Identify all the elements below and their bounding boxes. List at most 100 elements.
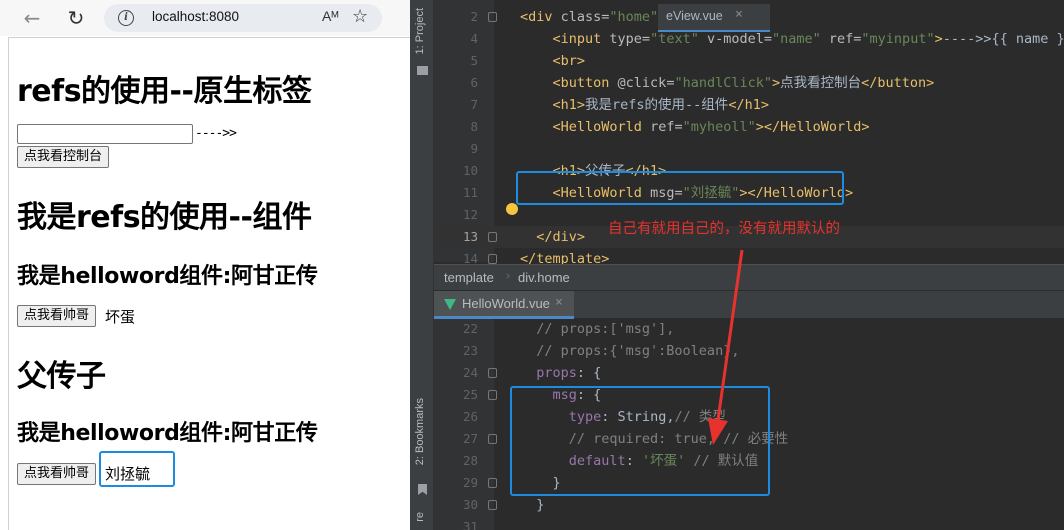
annotation-text: 自己有就用自己的，没有就用默认的 [608,221,840,237]
code-token: // props:{'msg':Boolean}, [520,343,740,359]
breadcrumb-div-home[interactable]: div.home [518,270,570,285]
code-line[interactable]: 23 // props:{'msg':Boolean}, [434,340,1064,362]
code-token: 点我看控制台 [780,75,862,91]
structure-tool-tab[interactable]: re [414,512,426,522]
page-content: refs的使用--原生标签 ---->> 点我看控制台 我是refs的使用--组… [8,37,410,530]
code-text: <div class="home"> [520,6,666,28]
code-token: <h1> [552,97,586,113]
breadcrumb: template › div.home [434,264,1064,290]
code-token: ref= [828,31,862,47]
code-token: > [934,31,943,47]
chevron-right-icon: › [504,269,512,284]
code-text: <button @click="handlClick">点我看控制台</butt… [520,72,935,94]
fold-icon[interactable] [488,232,497,242]
ide-window: 1: Project 2: Bookmarks re 2 <div class="… [410,0,1064,530]
info-icon[interactable]: i [118,10,134,26]
code-token: ref= [650,119,683,135]
close-icon[interactable]: × [555,295,563,310]
code-token: // props:['msg'], [520,321,675,337]
console-button[interactable]: 点我看控制台 [17,146,110,168]
code-text: </div> [520,226,585,248]
fold-icon[interactable] [488,390,497,400]
code-token: <button [552,75,618,91]
code-token: "myheoll" [682,119,756,135]
code-token: 我是refs的使用--组件 [585,97,729,113]
helloworld-heading-2: 我是helloword组件:阿甘正传 [17,421,318,446]
folder-icon [417,66,428,75]
editor-tabbar-bottom: HelloWorld.vue × [434,290,1064,319]
fold-icon[interactable] [488,254,497,264]
line-number: 7 [470,97,478,112]
lightbulb-icon[interactable] [506,203,518,215]
heading-refs-component: 我是refs的使用--组件 [17,200,312,235]
code-token: type= [609,31,651,47]
code-token: "myinput" [861,31,935,47]
url-text[interactable]: localhost:8080 [152,9,239,24]
line-number: 10 [462,163,478,178]
line-number: 6 [470,75,478,90]
browser-toolbar: ← ↻ i localhost:8080 Aᴹ ☆ [0,0,410,36]
read-aloud-icon[interactable]: Aᴹ [322,8,338,24]
bookmark-icon [418,484,427,495]
highlight-box-helloworld-msg [516,171,844,205]
helloworld-heading-1: 我是helloword组件:阿甘正传 [17,264,318,289]
editor-tab-helloworld[interactable]: HelloWorld.vue × [434,291,574,319]
close-icon[interactable]: × [735,7,743,22]
fold-icon[interactable] [488,434,497,444]
code-line[interactable]: 31 [434,516,1064,530]
code-line[interactable]: 22 // props:['msg'], [434,318,1064,340]
code-token: ></HelloWorld> [755,119,870,135]
code-token: v-model= [706,31,772,47]
code-line[interactable]: 9 [434,138,1064,160]
line-number: 30 [462,497,478,512]
heading-father-to-child: 父传子 [17,359,106,394]
show-handsome-button-1[interactable]: 点我看帅哥 [17,305,97,327]
bookmarks-tool-tab[interactable]: 2: Bookmarks [414,398,426,465]
fold-icon[interactable] [488,500,497,510]
name-input[interactable] [17,124,193,144]
editor-tab-helloworld-label[interactable]: HelloWorld.vue [462,296,550,311]
line-number: 12 [462,207,478,222]
code-text: <h1>我是refs的使用--组件</h1> [520,94,769,116]
code-token: "home" [609,9,659,25]
fold-icon[interactable] [488,12,497,22]
line-number: 8 [470,119,478,134]
fold-icon[interactable] [488,478,497,488]
code-line[interactable]: 24 props: { [434,362,1064,384]
code-token: > [772,75,781,91]
line-number: 22 [462,321,478,336]
vue-file-icon [444,299,456,310]
back-arrow-icon[interactable]: ← [20,6,44,30]
show-handsome-button-2[interactable]: 点我看帅哥 [17,463,97,485]
address-bar[interactable]: i localhost:8080 Aᴹ ☆ [104,4,382,32]
code-text: props: { [520,362,601,384]
code-text: <HelloWorld ref="myheoll"></HelloWorld> [520,116,870,138]
code-line[interactable]: 6 <button @click="handlClick">点我看控制台</bu… [434,72,1064,94]
code-line[interactable]: 30 } [434,494,1064,516]
line-number: 25 [462,387,478,402]
line-number: 2 [470,9,478,24]
highlight-box-props [510,386,770,496]
code-token: } [520,497,545,513]
heading-refs-native: refs的使用--原生标签 [17,74,312,109]
line-number: 31 [462,519,478,530]
star-icon[interactable]: ☆ [352,6,368,27]
code-token: class= [560,9,610,25]
code-token: : { [576,365,602,381]
fold-icon[interactable] [488,368,497,378]
project-tool-tab[interactable]: 1: Project [414,8,426,54]
line-number: 23 [462,343,478,358]
line-number: 5 [470,53,478,68]
code-line[interactable]: 7 <h1>我是refs的使用--组件</h1> [434,94,1064,116]
code-token: props [536,365,577,381]
breadcrumb-template[interactable]: template [444,270,494,285]
code-line[interactable]: 8 <HelloWorld ref="myheoll"></HelloWorld… [434,116,1064,138]
code-line[interactable]: 5 <br> [434,50,1064,72]
code-token: </h1> [728,97,769,113]
editor-tab-homeview-label[interactable]: eView.vue [666,9,723,23]
reload-icon[interactable]: ↻ [64,6,88,30]
code-text: <br> [520,50,586,72]
